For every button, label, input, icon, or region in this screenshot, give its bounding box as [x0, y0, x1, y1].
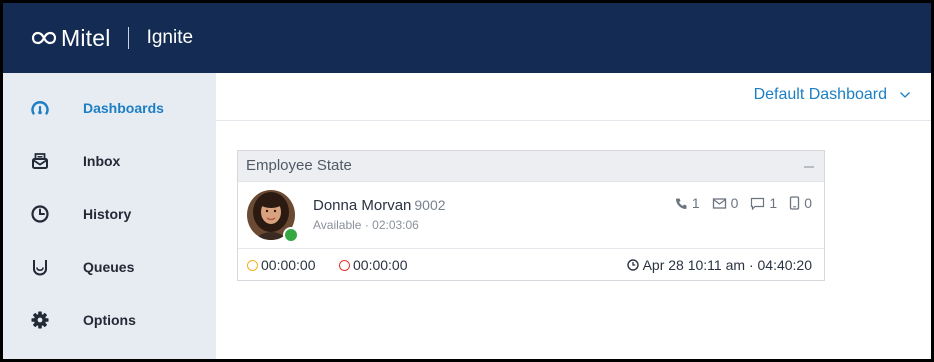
- widget-title: Employee State: [246, 157, 352, 174]
- media-counts: 1 0 1 0: [663, 195, 812, 211]
- top-bar: Mitel Ignite: [3, 3, 931, 73]
- sidebar-item-label: History: [83, 206, 132, 222]
- employee-extension: 9002: [414, 197, 446, 213]
- chat-count-value: 1: [769, 195, 778, 211]
- sidebar: Dashboards Inbox History Queues Options: [3, 73, 216, 359]
- inbox-icon: [29, 150, 51, 172]
- call-count: 1: [675, 195, 700, 211]
- sidebar-item-inbox[interactable]: Inbox: [3, 135, 216, 187]
- sidebar-item-dashboards[interactable]: Dashboards: [3, 82, 216, 134]
- call-count-value: 1: [691, 195, 700, 211]
- login-info-value: Apr 28 10:11 am · 04:40:20: [642, 257, 812, 273]
- sidebar-item-options[interactable]: Options: [3, 294, 216, 346]
- login-info: Apr 28 10:11 am · 04:40:20: [626, 257, 812, 273]
- chat-icon: [751, 197, 765, 210]
- chat-count: 1: [750, 195, 777, 211]
- timer-row: 00:00:00 00:00:00 Apr 28 10:11 am · 04:4…: [238, 250, 824, 280]
- employee-state-widget: Employee State Donna Morvan 9002 Availab…: [237, 150, 825, 281]
- red-timer: 00:00:00: [339, 257, 408, 273]
- dashboard-selector-label: Default Dashboard: [753, 86, 887, 103]
- clock-icon: [29, 203, 51, 225]
- presence-status-icon: [283, 227, 299, 243]
- sidebar-item-label: Queues: [83, 259, 135, 275]
- sms-count: 0: [789, 195, 812, 211]
- red-timer-value: 00:00:00: [353, 257, 408, 273]
- employee-name: Donna Morvan: [313, 197, 412, 214]
- sidebar-item-label: Options: [83, 312, 136, 328]
- brand[interactable]: Mitel Ignite: [31, 25, 193, 52]
- yellow-ring-icon: [247, 259, 258, 271]
- chevron-down-icon: [900, 92, 910, 98]
- mobile-icon: [790, 196, 800, 210]
- sidebar-item-label: Dashboards: [83, 100, 164, 116]
- sms-count-value: 0: [804, 195, 812, 211]
- sidebar-item-label: Inbox: [83, 153, 121, 169]
- yellow-timer-value: 00:00:00: [261, 257, 316, 273]
- employee-status: Available · 02:03:06: [313, 218, 419, 232]
- brand-divider: [127, 27, 129, 49]
- email-count: 0: [712, 195, 739, 211]
- employee-row[interactable]: Donna Morvan 9002 Available · 02:03:06 1 …: [238, 183, 824, 249]
- gear-icon: [29, 309, 51, 331]
- employee-name-line: Donna Morvan 9002: [313, 197, 446, 214]
- mitel-logo-icon: [31, 31, 57, 45]
- email-count-value: 0: [730, 195, 739, 211]
- envelope-icon: [712, 197, 726, 209]
- yellow-timer: 00:00:00: [247, 257, 316, 273]
- queue-icon: [29, 256, 51, 278]
- phone-icon: [675, 198, 687, 209]
- dashboard-header: Default Dashboard: [216, 73, 931, 121]
- sidebar-item-queues[interactable]: Queues: [3, 241, 216, 293]
- dashboard-selector[interactable]: Default Dashboard: [754, 86, 911, 104]
- brand-name: Mitel: [61, 24, 111, 51]
- clock-icon: [626, 259, 639, 271]
- sidebar-item-history[interactable]: History: [3, 188, 216, 240]
- app-window: Mitel Ignite Dashboards Inbox History Qu…: [0, 0, 934, 362]
- widget-header: Employee State: [238, 151, 824, 182]
- gauge-icon: [29, 97, 51, 119]
- minimize-icon[interactable]: [804, 166, 814, 168]
- product-name: Ignite: [146, 27, 194, 48]
- red-ring-icon: [339, 259, 350, 271]
